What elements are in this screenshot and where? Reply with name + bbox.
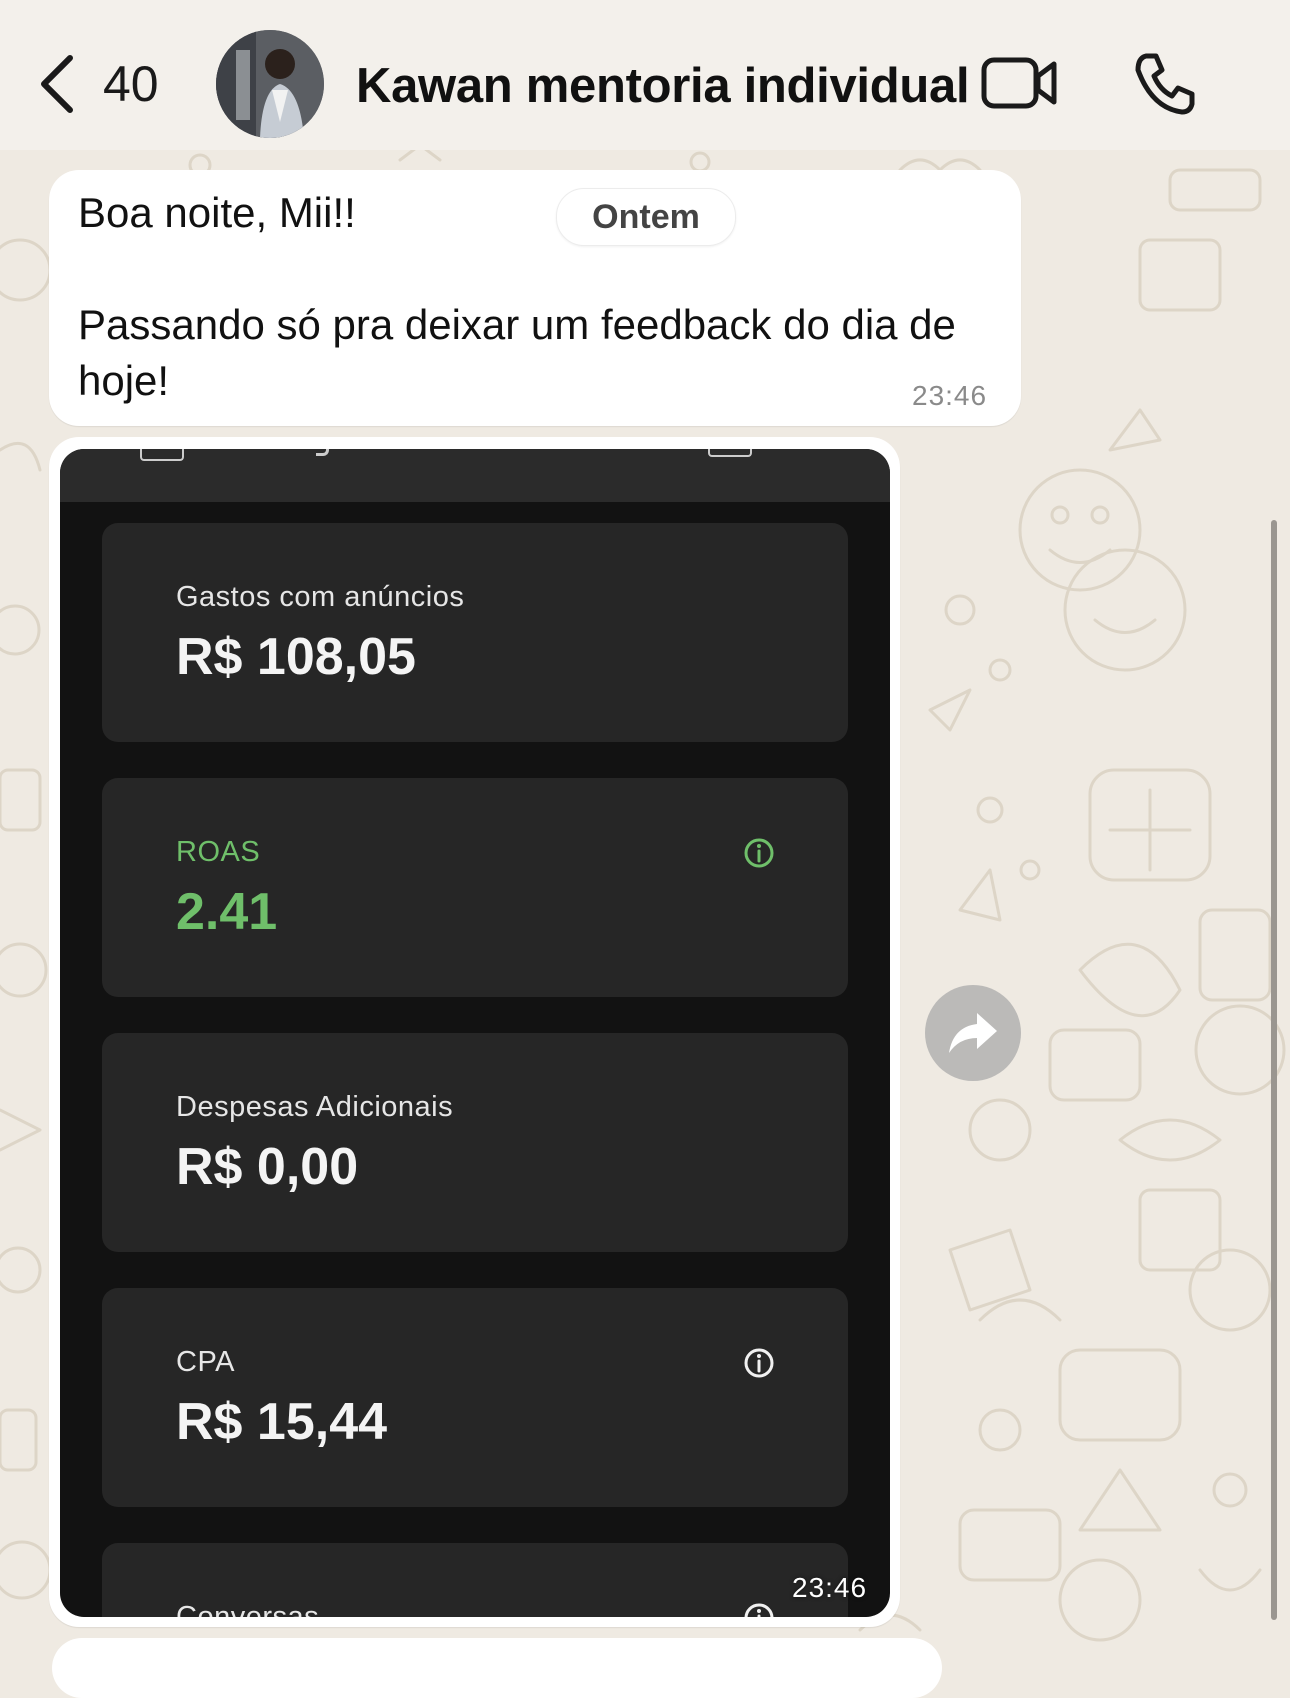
metric-label: Despesas Adicionais	[176, 1091, 454, 1123]
metric-card-ad-spend: Gastos com anúncios R$ 108,05	[102, 523, 848, 742]
forward-button[interactable]	[925, 985, 1021, 1081]
metric-value: R$ 15,44	[176, 1393, 388, 1451]
metric-label: ROAS	[176, 836, 261, 868]
message-text: Boa noite, Mii!! Passando só pra deixar …	[78, 189, 956, 404]
metric-label: CPA	[176, 1346, 235, 1378]
info-icon	[744, 1348, 774, 1378]
metric-card-cpa: CPA R$ 15,44	[102, 1288, 848, 1507]
scrollbar[interactable]	[1271, 520, 1277, 1620]
image-message-time: 23:46	[792, 1572, 868, 1603]
metric-card-roas: ROAS 2.41	[102, 778, 848, 997]
info-icon	[744, 1603, 774, 1617]
metric-value: R$ 0,00	[176, 1138, 359, 1196]
forward-icon	[949, 1013, 997, 1053]
message-bubble[interactable]	[52, 1638, 942, 1698]
metric-card-additional-expenses: Despesas Adicionais R$ 0,00	[102, 1033, 848, 1252]
chevron-left-icon[interactable]	[36, 52, 76, 116]
metric-value: 2.41	[176, 883, 278, 941]
info-icon	[744, 838, 774, 868]
metric-label: Gastos com anúncios	[176, 581, 465, 613]
image-message-content[interactable]: Gastos com anúncios R$ 108,05 ROAS 2.41 …	[60, 449, 890, 1617]
avatar[interactable]	[216, 30, 324, 138]
metric-value: R$ 108,05	[176, 628, 416, 686]
metric-label: Conversas	[176, 1601, 320, 1617]
phone-call-icon[interactable]	[1132, 50, 1196, 118]
metric-card-conversations: Conversas	[102, 1543, 848, 1617]
message-time: 23:46	[912, 380, 988, 411]
chat-title[interactable]: Kawan mentoria individual	[356, 54, 970, 118]
screenshot-status-bar	[60, 449, 890, 502]
video-call-icon[interactable]	[980, 52, 1060, 114]
chat-header: 40 Kawan mentoria individual	[0, 0, 1290, 150]
date-separator: Ontem	[556, 188, 736, 246]
unread-count[interactable]: 40	[103, 52, 159, 116]
